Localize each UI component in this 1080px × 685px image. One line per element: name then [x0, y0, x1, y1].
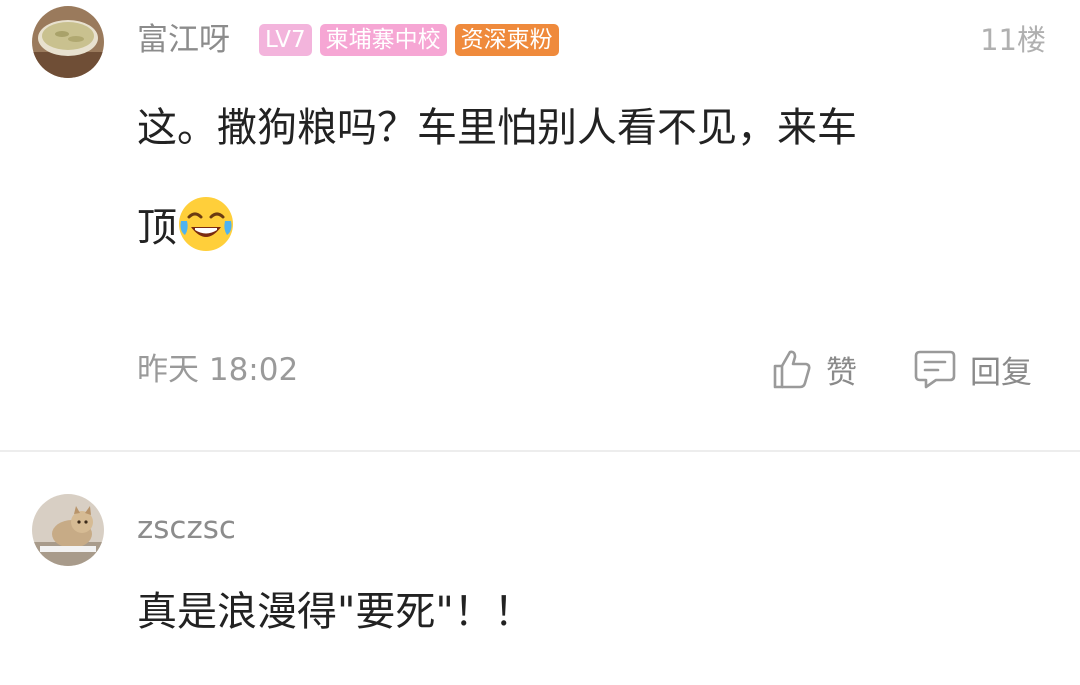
- like-label: 赞: [826, 354, 857, 391]
- comment-item: 富江呀 LV7 柬埔寨中校 资深柬粉 11楼 这。撒狗粮吗？车里怕别人看不见，来…: [0, 0, 1080, 450]
- school-badge: 柬埔寨中校: [319, 24, 447, 56]
- comment-content: 真是浪漫得"要死"！！: [137, 589, 534, 635]
- reply-button[interactable]: 回复: [914, 344, 1032, 394]
- fan-badge: 资深柬粉: [454, 24, 559, 56]
- level-badge: LV7: [259, 24, 312, 56]
- thumbs-up-icon: [772, 348, 812, 390]
- user-badges: LV7 柬埔寨中校 资深柬粉: [259, 24, 559, 56]
- comment-content: 这。撒狗粮吗？车里怕别人看不见，来车 顶: [137, 78, 1007, 278]
- comment-item: zsczsc 真是浪漫得"要死"！！: [0, 452, 1080, 685]
- like-button[interactable]: 赞: [772, 344, 857, 394]
- username[interactable]: 富江呀: [137, 20, 230, 60]
- comment-time: 昨天 18:02: [137, 352, 299, 388]
- reply-label: 回复: [970, 354, 1032, 391]
- laughing-tears-emoji-icon: [177, 190, 235, 251]
- avatar[interactable]: [32, 494, 104, 566]
- chat-bubble-icon: [914, 348, 956, 390]
- comment-content-line2-text: 顶: [137, 205, 177, 251]
- floor-number: 11楼: [980, 23, 1046, 57]
- comment-content-line2: 顶: [137, 178, 1007, 278]
- avatar[interactable]: [32, 6, 104, 78]
- username[interactable]: zsczsc: [137, 508, 236, 548]
- comment-content-line1: 这。撒狗粮吗？车里怕别人看不见，来车: [137, 105, 857, 151]
